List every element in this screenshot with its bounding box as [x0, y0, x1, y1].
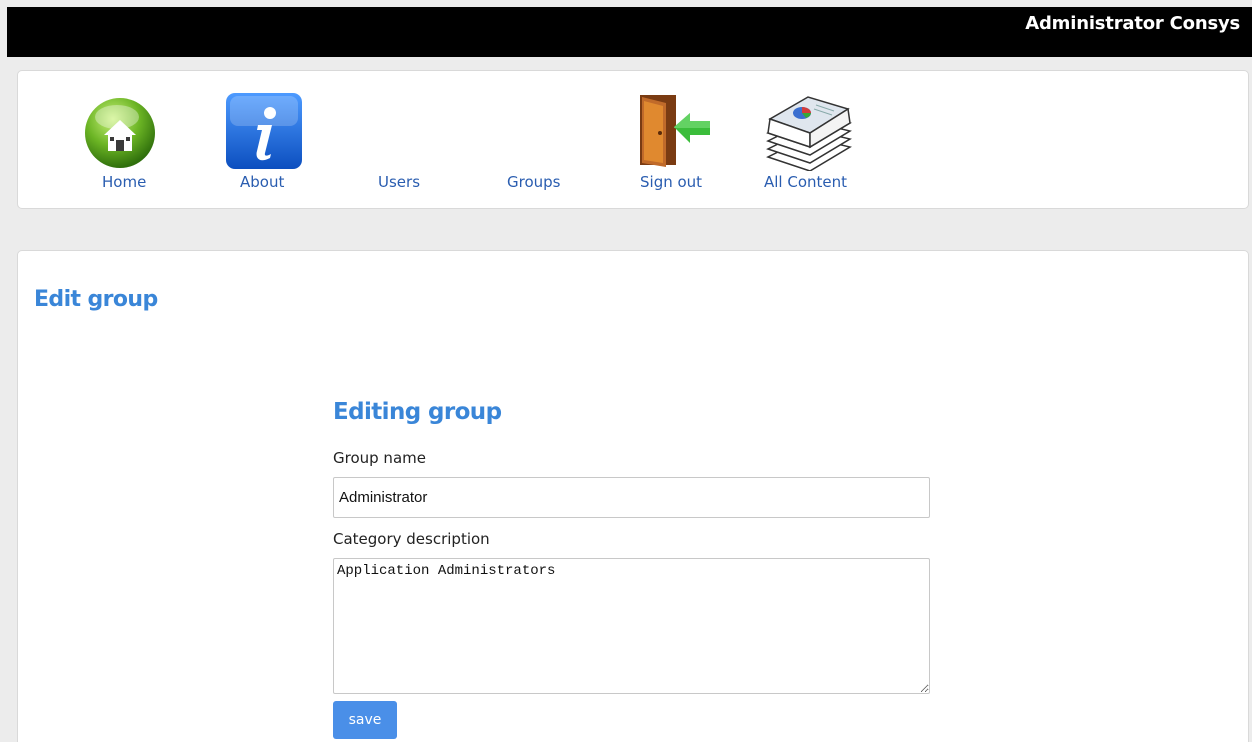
nav-item-all-content[interactable]: All Content: [764, 71, 864, 210]
documents-stack-icon: [766, 91, 852, 172]
sign-out-door-icon: [636, 91, 716, 171]
category-description-label: Category description: [333, 530, 490, 548]
save-button[interactable]: save: [333, 701, 397, 739]
top-bar: Administrator Consys: [7, 7, 1252, 57]
current-user-name: Administrator Consys: [1025, 13, 1240, 34]
info-icon: [224, 91, 304, 171]
page-title: Edit group: [34, 287, 158, 312]
group-name-input[interactable]: [333, 477, 930, 518]
main-navigation: Home About Users Groups Sign out All Con…: [17, 70, 1249, 209]
page: Administrator Consys Home About Users Gr…: [0, 0, 1252, 742]
nav-label-about: About: [240, 173, 285, 191]
nav-label-sign-out: Sign out: [640, 173, 703, 191]
content-panel: Edit group Editing group Group name Cate…: [17, 250, 1249, 742]
group-name-label: Group name: [333, 449, 426, 467]
nav-item-sign-out[interactable]: Sign out: [636, 71, 716, 210]
nav-label-users: Users: [378, 173, 421, 191]
home-icon: [80, 91, 160, 171]
nav-label-all-content: All Content: [764, 173, 848, 191]
nav-label-home: Home: [102, 173, 147, 191]
nav-item-users[interactable]: Users: [373, 71, 443, 210]
category-description-textarea[interactable]: Application Administrators: [333, 558, 930, 694]
nav-item-groups[interactable]: Groups: [503, 71, 583, 210]
nav-item-home[interactable]: Home: [76, 71, 166, 210]
nav-label-groups: Groups: [507, 173, 561, 191]
form-heading: Editing group: [333, 399, 502, 425]
nav-item-about[interactable]: About: [224, 71, 314, 210]
